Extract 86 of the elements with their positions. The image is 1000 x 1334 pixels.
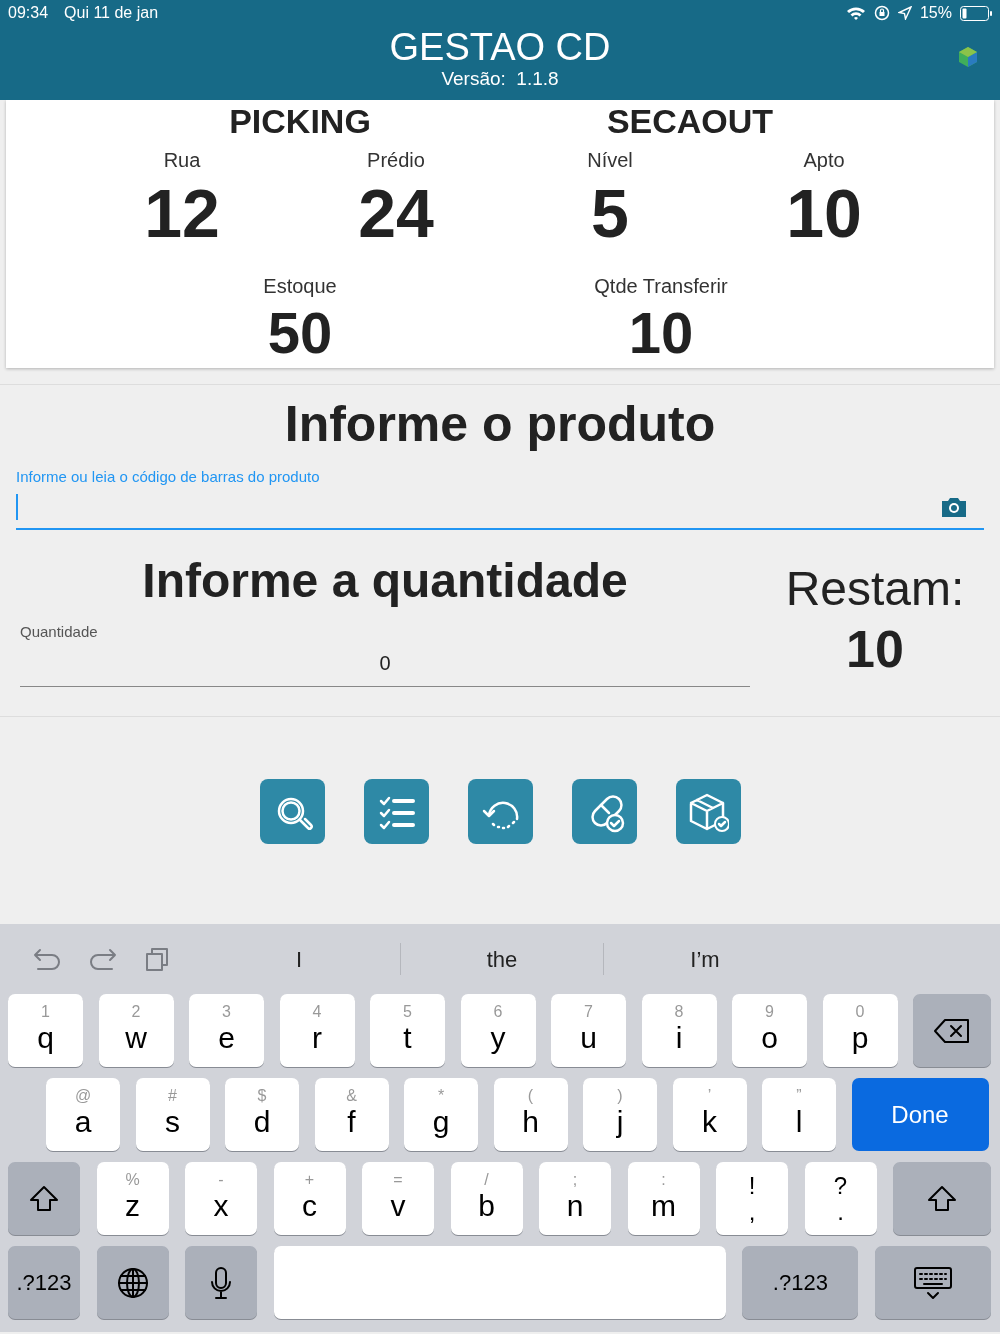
- undo-button[interactable]: [467, 779, 533, 844]
- cube-icon: [956, 45, 980, 69]
- status-time: 09:34: [8, 3, 49, 23]
- key[interactable]: ) j: [583, 1078, 657, 1151]
- battery-percent: 15%: [919, 3, 952, 23]
- version-text: Versão: 1.1.8: [441, 68, 559, 90]
- field-label: Apto: [802, 148, 846, 172]
- package-check-button[interactable]: [675, 779, 741, 844]
- numbers-key[interactable]: .?123: [8, 1246, 80, 1319]
- suggestion[interactable]: I’m: [604, 942, 806, 976]
- shift-icon: [28, 1183, 60, 1214]
- field-value: 5: [590, 178, 630, 248]
- field-label: Estoque: [262, 274, 338, 298]
- hide-keyboard-key[interactable]: [874, 1246, 991, 1319]
- globe-icon: [116, 1266, 149, 1299]
- field-label: Rua: [162, 148, 202, 172]
- field-value: 10: [627, 303, 695, 363]
- field-label: Qtde Transferir: [593, 274, 729, 298]
- key[interactable]: & f: [314, 1078, 389, 1151]
- key[interactable]: - x: [185, 1162, 257, 1235]
- quantity-field[interactable]: 0: [20, 641, 750, 687]
- done-key[interactable]: Done: [851, 1078, 989, 1151]
- key[interactable]: ? .: [804, 1162, 877, 1235]
- section-title: PICKING: [228, 102, 372, 140]
- location-icon: [897, 6, 912, 20]
- battery-icon: [960, 5, 992, 21]
- key[interactable]: ! ,: [716, 1162, 788, 1235]
- rotation-lock-icon: [873, 5, 890, 21]
- status-date: Qui 11 de jan: [64, 3, 159, 23]
- key[interactable]: 6 y: [460, 994, 536, 1067]
- key[interactable]: 4 r: [279, 994, 355, 1067]
- checklist-button[interactable]: [363, 779, 429, 844]
- remaining-label: Restam:: [784, 561, 966, 617]
- key[interactable]: 0 p: [822, 994, 898, 1067]
- section-title: SECAOUT: [605, 102, 775, 140]
- field-value: 10: [785, 178, 863, 248]
- key[interactable]: : m: [627, 1162, 700, 1235]
- camera-icon[interactable]: [940, 495, 968, 519]
- field-value: 50: [266, 303, 334, 363]
- keyboard-icon: [912, 1265, 953, 1300]
- key[interactable]: ; n: [539, 1162, 611, 1235]
- backspace-icon: [933, 1016, 971, 1045]
- key[interactable]: 5 t: [370, 994, 445, 1067]
- backspace-key[interactable]: [913, 994, 991, 1067]
- key[interactable]: ( h: [493, 1078, 568, 1151]
- key[interactable]: 1 q: [8, 994, 83, 1067]
- key[interactable]: 8 i: [641, 994, 717, 1067]
- field-label: Quantidade: [20, 623, 99, 641]
- key[interactable]: / b: [450, 1162, 523, 1235]
- redo-icon[interactable]: [88, 946, 118, 972]
- key[interactable]: 7 u: [551, 994, 626, 1067]
- app-title: GESTAO CD: [389, 26, 611, 68]
- key[interactable]: * g: [404, 1078, 478, 1151]
- microphone-icon: [209, 1265, 234, 1300]
- field-label: Nível: [586, 148, 634, 172]
- key[interactable]: ’ k: [672, 1078, 747, 1151]
- key[interactable]: # s: [135, 1078, 210, 1151]
- paste-icon[interactable]: [144, 946, 170, 972]
- suggestion[interactable]: I: [198, 942, 400, 976]
- microphone-key[interactable]: [185, 1246, 258, 1319]
- suggestion[interactable]: the: [401, 942, 603, 976]
- numbers-key[interactable]: .?123: [742, 1246, 859, 1319]
- remaining-value: 10: [845, 621, 905, 677]
- section-heading: Informe a quantidade: [141, 553, 629, 609]
- key[interactable]: 2 w: [98, 994, 174, 1067]
- undo-icon[interactable]: [32, 946, 62, 972]
- key[interactable]: 3 e: [189, 994, 264, 1067]
- wifi-icon: [845, 5, 866, 21]
- capsule-check-button[interactable]: [571, 779, 637, 844]
- key[interactable]: = v: [362, 1162, 434, 1235]
- globe-key[interactable]: [96, 1246, 169, 1319]
- search-button[interactable]: [259, 779, 325, 844]
- field-value: 12: [143, 178, 221, 248]
- section-heading: Informe o produto: [283, 396, 717, 452]
- key[interactable]: + c: [273, 1162, 346, 1235]
- field-label: Informe ou leia o código de barras do produto: [16, 468, 321, 486]
- key[interactable]: $ d: [225, 1078, 299, 1151]
- field-value: 24: [357, 178, 435, 248]
- key[interactable]: ” l: [762, 1078, 836, 1151]
- key[interactable]: % z: [96, 1162, 169, 1235]
- shift-key[interactable]: [8, 1162, 80, 1235]
- key[interactable]: 9 o: [732, 994, 807, 1067]
- shift-key[interactable]: [893, 1162, 991, 1235]
- shift-icon: [926, 1183, 958, 1214]
- field-label: Prédio: [366, 148, 426, 172]
- key[interactable]: @ a: [46, 1078, 120, 1151]
